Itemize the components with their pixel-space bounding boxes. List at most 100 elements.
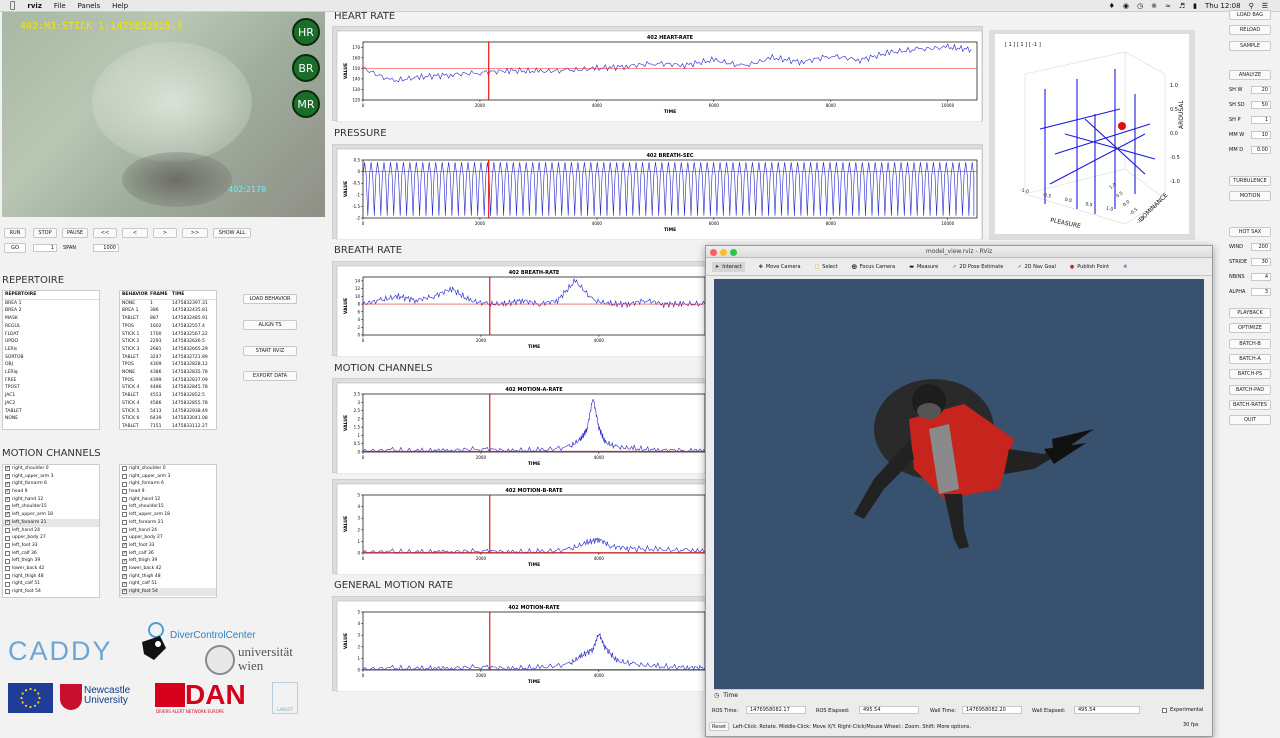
repertoire-list[interactable]: REPERTOIRE BREA 1 BREA 2 MASK REGUL FLOAT UPD…: [2, 290, 100, 430]
experimental-checkbox[interactable]: [1162, 707, 1167, 713]
channel-item[interactable]: ✓ right_upper_arm 3: [3, 473, 99, 481]
go-button[interactable]: GO: [4, 243, 26, 253]
pause-button[interactable]: PAUSE: [62, 228, 88, 238]
tool-nav-goal[interactable]: ➚ 2D Nav Goal: [1017, 264, 1056, 270]
channel-checkbox[interactable]: ✓: [5, 512, 10, 518]
close-window-icon[interactable]: [710, 249, 717, 256]
reset-button[interactable]: Reset: [709, 722, 729, 731]
channel-item[interactable]: ✓ right_forearm 6: [3, 480, 99, 488]
behavior-row[interactable]: TPOS 4399 1475832837.09: [120, 377, 216, 385]
channel-item[interactable]: left_upper_arm 18: [120, 511, 216, 519]
channel-checkbox[interactable]: [122, 520, 127, 526]
start-rviz-button[interactable]: START RVIZ: [243, 346, 297, 356]
hr-badge[interactable]: HR: [292, 18, 320, 46]
span-input[interactable]: 1000: [93, 244, 119, 252]
repertoire-item[interactable]: FLOAT: [3, 331, 99, 339]
tool-focus-camera[interactable]: ⨁ Focus Camera: [852, 264, 896, 270]
channel-checkbox[interactable]: [5, 558, 10, 564]
ros-time-field[interactable]: 1476958082.17: [746, 706, 806, 714]
wifi-icon[interactable]: ≈: [1165, 2, 1171, 10]
channel-item[interactable]: ✓ right_foot 54: [120, 588, 216, 596]
export-data-button[interactable]: EXPORT DATA: [243, 371, 297, 381]
channel-item[interactable]: lower_back 42: [3, 565, 99, 573]
channel-item[interactable]: left_foot 33: [3, 542, 99, 550]
channel-checkbox[interactable]: ✓: [5, 466, 10, 472]
motion-channels-left[interactable]: ✓ right_shoulder 0 ✓ right_upper_arm 3 ✓ righ…: [2, 464, 100, 598]
channel-item[interactable]: left_hand 24: [3, 527, 99, 535]
param-input[interactable]: 10: [1251, 131, 1271, 139]
channel-item[interactable]: ✓ right_hand 12: [3, 496, 99, 504]
param-input[interactable]: 30: [1251, 258, 1271, 266]
channel-item[interactable]: right_forearm 6: [120, 480, 216, 488]
channel-checkbox[interactable]: ✓: [122, 550, 127, 556]
tool-move-camera[interactable]: ✥ Move Camera: [759, 264, 801, 270]
channel-checkbox[interactable]: [122, 489, 127, 495]
batch-ps-button[interactable]: BATCH-PS: [1229, 369, 1271, 380]
repertoire-item[interactable]: SORTOB: [3, 354, 99, 362]
channel-item[interactable]: ✓ lower_back 42: [120, 565, 216, 573]
heart-rate-chart[interactable]: 402 HEART-RATE 0 2000 4000 6000 8000 10000 120 1…: [333, 27, 984, 123]
channel-item[interactable]: ✓ left_forearm 21: [3, 518, 99, 527]
param-input[interactable]: 3: [1251, 288, 1271, 296]
channel-checkbox[interactable]: [122, 512, 127, 518]
channel-checkbox[interactable]: [5, 543, 10, 549]
tool-pose-estimate[interactable]: ➚ 2D Pose Estimate: [952, 264, 1003, 270]
behavior-row[interactable]: TABLET 7151 1475833112.27: [120, 423, 216, 429]
param-input[interactable]: 4: [1251, 273, 1271, 281]
fast-forward-button[interactable]: >>: [182, 228, 208, 238]
behavior-row[interactable]: TPOS 1602 1475832557.4: [120, 323, 216, 331]
channel-item[interactable]: right_upper_arm 3: [120, 473, 216, 481]
rviz-3d-viewport[interactable]: [714, 279, 1204, 689]
load-bag-button[interactable]: LOAD BAG: [1229, 10, 1271, 20]
stop-button[interactable]: STOP: [33, 228, 57, 238]
tool-interact[interactable]: ➤ Interact: [712, 261, 745, 272]
menu-list-icon[interactable]: ☰: [1262, 2, 1268, 10]
channel-checkbox[interactable]: [122, 497, 127, 503]
repertoire-item[interactable]: TPOST: [3, 384, 99, 392]
optimize-button[interactable]: OPTIMIZE: [1229, 323, 1271, 334]
channel-item[interactable]: right_thigh 48: [3, 573, 99, 581]
channel-checkbox[interactable]: ✓: [122, 566, 127, 572]
br-badge[interactable]: BR: [292, 54, 320, 82]
behavior-row[interactable]: STICK 6 6439 1475833041.08: [120, 415, 216, 423]
channel-item[interactable]: right_shoulder 0: [120, 465, 216, 473]
behavior-row[interactable]: TABLET 4553 1475832852.5: [120, 392, 216, 400]
tool-select[interactable]: □ Select: [815, 264, 838, 270]
channel-checkbox[interactable]: [122, 481, 127, 487]
channel-item[interactable]: upper_body 27: [120, 534, 216, 542]
channel-item[interactable]: right_calf 51: [3, 580, 99, 588]
battery-icon[interactable]: ▮: [1193, 2, 1197, 10]
behavior-row[interactable]: BREA 1 386 1475832435.81: [120, 307, 216, 315]
channel-checkbox[interactable]: ✓: [122, 558, 127, 564]
motion-button[interactable]: MOTION: [1229, 191, 1271, 201]
mr-badge[interactable]: MR: [292, 90, 320, 118]
dropbox-icon[interactable]: ♦: [1109, 2, 1115, 10]
motion-channels-right[interactable]: right_shoulder 0 right_upper_arm 3 right_f…: [119, 464, 217, 598]
tool-publish-point[interactable]: ● Publish Point: [1070, 264, 1109, 270]
minimize-window-icon[interactable]: [720, 249, 727, 256]
channel-item[interactable]: left_shoulder15: [120, 503, 216, 511]
menu-file[interactable]: File: [54, 2, 66, 10]
menu-help[interactable]: Help: [112, 2, 128, 10]
channel-checkbox[interactable]: ✓: [122, 543, 127, 549]
channel-item[interactable]: head 9: [120, 488, 216, 496]
repertoire-item[interactable]: TABLET: [3, 408, 99, 416]
behavior-row[interactable]: TPOS 4309 1475832828.12: [120, 361, 216, 369]
channel-item[interactable]: ✓ head 9: [3, 488, 99, 496]
load-behavior-button[interactable]: LOAD BEHAVIOR: [243, 294, 297, 304]
channel-item[interactable]: left_calf 36: [3, 550, 99, 558]
experimental-option[interactable]: Experimental: [1162, 707, 1203, 713]
align-ts-button[interactable]: ALIGN TS: [243, 320, 297, 330]
channel-checkbox[interactable]: [122, 474, 127, 480]
behavior-row[interactable]: NONE 1 1475832397.31: [120, 300, 216, 308]
channel-checkbox[interactable]: [5, 589, 10, 595]
channel-checkbox[interactable]: [122, 535, 127, 541]
channel-item[interactable]: ✓ right_calf 51: [120, 580, 216, 588]
channel-item[interactable]: ✓ left_upper_arm 18: [3, 511, 99, 519]
channel-checkbox[interactable]: ✓: [122, 589, 127, 595]
repertoire-item[interactable]: NONE: [3, 415, 99, 423]
channel-checkbox[interactable]: [5, 535, 10, 541]
volume-icon[interactable]: ♬: [1179, 2, 1185, 10]
menu-panels[interactable]: Panels: [78, 2, 101, 10]
repertoire-item[interactable]: OBJ: [3, 361, 99, 369]
